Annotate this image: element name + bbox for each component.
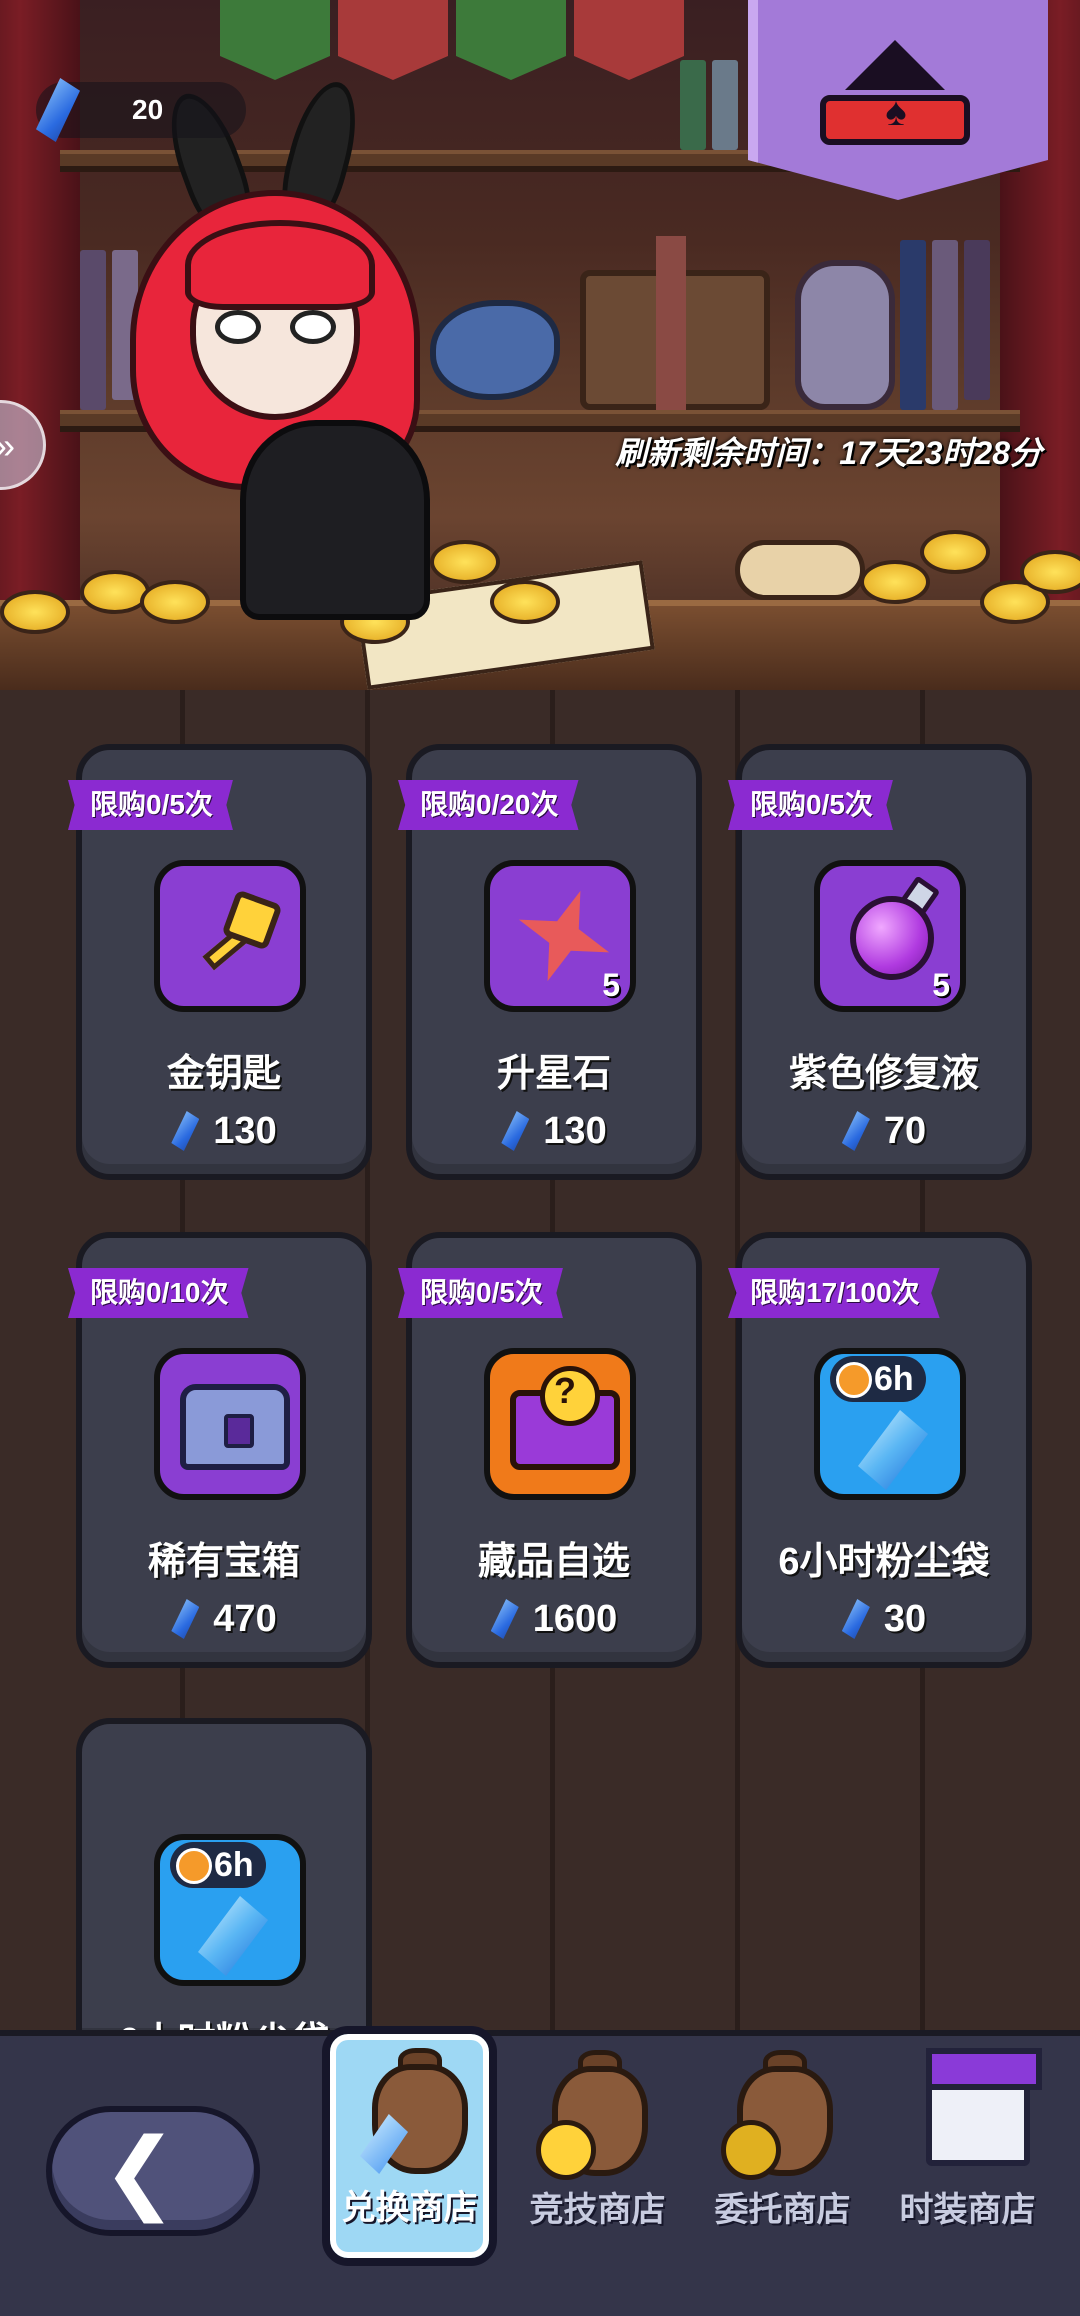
blue-crystal-icon (841, 1599, 870, 1639)
item-price[interactable]: 30 (742, 1598, 1026, 1641)
blue-crystal-icon (841, 1111, 870, 1151)
refresh-timer: 刷新剩余时间：17天23时28分 (615, 435, 1042, 471)
bottom-navigation: ❮ 兑换商店 竞技商店 委托商店 时装商店 (0, 2026, 1080, 2316)
tab-arena-shop[interactable]: 竞技商店 (510, 2036, 685, 2256)
blue-crystal-icon (490, 1599, 519, 1639)
scroll-decoration (735, 540, 865, 600)
tab-label: 竞技商店 (529, 2191, 666, 2229)
item-quantity: 5 (602, 967, 620, 1003)
item-price[interactable]: 130 (82, 1110, 366, 1153)
medal-icon (721, 2120, 781, 2180)
shop-item-card[interactable]: 限购17/100次 6h 6小时粉尘袋 30 (728, 1232, 1032, 1668)
item-name: 升星石 (496, 1053, 611, 1095)
gift-box-decoration (580, 236, 770, 410)
golden-key-icon (154, 860, 306, 1012)
books (680, 60, 738, 150)
purchase-limit-badge: 限购0/5次 (68, 780, 233, 830)
shop-emblem-icon: ♠ (820, 40, 970, 150)
item-price[interactable]: 470 (82, 1598, 366, 1641)
shop-item-card[interactable]: 6h 6小时粉尘袋 (76, 1718, 372, 2063)
shop-item-card[interactable]: 限购0/10次 稀有宝箱 470 (68, 1232, 372, 1668)
item-name: 藏品自选 (477, 1541, 630, 1583)
chevron-right-icon: » (0, 425, 15, 467)
star-stone-icon: 5 (484, 860, 636, 1012)
blue-crystal-icon (171, 1111, 200, 1151)
currency-amount: 20 (132, 94, 164, 125)
fashion-shop-icon (926, 2048, 1042, 2166)
helmet-icon (536, 2120, 596, 2180)
tab-label: 兑换商店 (341, 2189, 478, 2227)
timer-badge: 6h (830, 1356, 926, 1402)
purchase-limit-badge: 限购0/20次 (398, 780, 579, 830)
item-name: 6小时粉尘袋 (778, 1541, 990, 1583)
item-name: 稀有宝箱 (147, 1541, 300, 1583)
item-price[interactable]: 1600 (412, 1598, 696, 1641)
purchase-limit-badge: 限购0/5次 (398, 1268, 563, 1318)
item-name: 金钥匙 (166, 1053, 281, 1095)
shop-item-card[interactable]: 限购0/5次 5 紫色修复液 70 (728, 744, 1032, 1180)
item-quantity: 5 (932, 967, 950, 1003)
item-price[interactable]: 130 (412, 1110, 696, 1153)
books (900, 240, 990, 410)
tab-label: 委托商店 (714, 2191, 851, 2229)
blue-crystal-icon (171, 1599, 200, 1639)
dust-bag-icon: 6h (814, 1348, 966, 1500)
shopkeeper-character (90, 74, 510, 620)
collection-chest-icon (484, 1348, 636, 1500)
blue-crystal-icon (501, 1111, 530, 1151)
currency-display: 20 (36, 78, 246, 142)
item-name: 紫色修复液 (788, 1053, 979, 1095)
tab-commission-shop[interactable]: 委托商店 (695, 2036, 870, 2256)
back-arrow-icon: ❮ (102, 2122, 178, 2222)
purchase-limit-badge: 限购0/10次 (68, 1268, 249, 1318)
item-price[interactable]: 70 (742, 1110, 1026, 1153)
tab-exchange-shop[interactable]: 兑换商店 (322, 2026, 497, 2266)
timer-badge: 6h (170, 1842, 266, 1888)
tab-fashion-shop[interactable]: 时装商店 (880, 2036, 1055, 2256)
dust-bag-icon: 6h (154, 1834, 306, 1986)
tab-label: 时装商店 (899, 2191, 1036, 2229)
purchase-limit-badge: 限购0/5次 (728, 780, 893, 830)
shop-item-card[interactable]: 限购0/20次 5 升星石 130 (398, 744, 702, 1180)
shop-item-card[interactable]: 限购0/5次 藏品自选 1600 (398, 1232, 702, 1668)
rare-chest-icon (154, 1348, 306, 1500)
purchase-limit-badge: 限购17/100次 (728, 1268, 940, 1318)
shop-item-card[interactable]: 限购0/5次 金钥匙 130 (68, 744, 372, 1180)
purple-potion-icon: 5 (814, 860, 966, 1012)
back-button[interactable]: ❮ (46, 2106, 260, 2236)
vase-decoration (795, 260, 895, 410)
